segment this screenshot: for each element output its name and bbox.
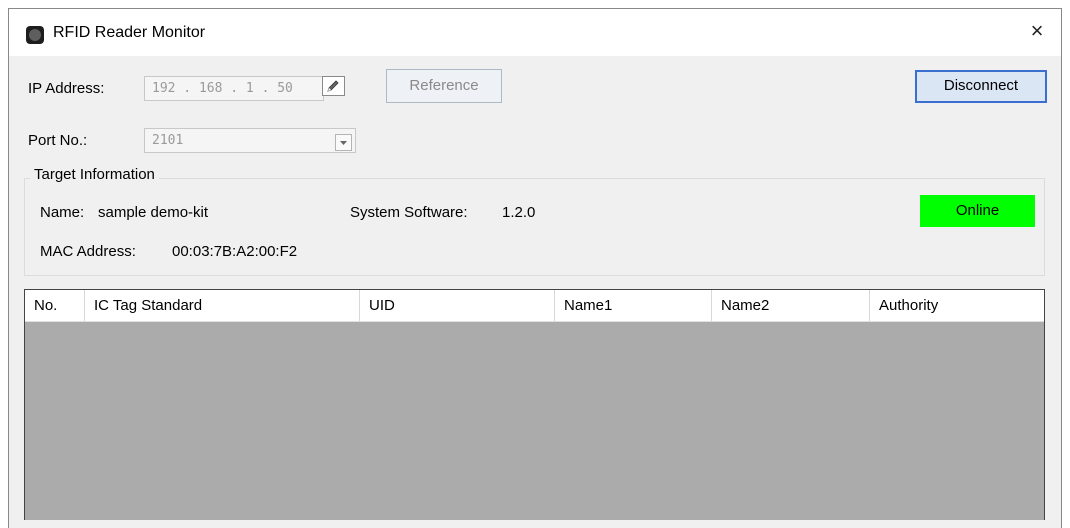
port-select[interactable]: 2101 (144, 128, 356, 153)
mac-address-label: MAC Address: (40, 243, 136, 260)
name-label: Name: (40, 204, 85, 221)
column-header-authority[interactable]: Authority (870, 290, 1044, 321)
close-icon[interactable]: × (1025, 19, 1049, 43)
ip-address-field[interactable]: 192 . 168 . 1 . 50 (144, 76, 324, 101)
column-header-ic-tag-standard[interactable]: IC Tag Standard (85, 290, 360, 321)
port-label: Port No.: (28, 132, 88, 149)
column-header-uid[interactable]: UID (360, 290, 555, 321)
column-header-name1[interactable]: Name1 (555, 290, 712, 321)
status-badge: Online (920, 195, 1035, 227)
disconnect-button[interactable]: Disconnect (915, 70, 1047, 103)
table-header: No. IC Tag Standard UID Name1 Name2 Auth… (25, 290, 1044, 322)
column-header-name2[interactable]: Name2 (712, 290, 870, 321)
system-software-value: 1.2.0 (502, 204, 536, 221)
reference-button[interactable]: Reference (386, 69, 502, 103)
tag-table[interactable]: No. IC Tag Standard UID Name1 Name2 Auth… (24, 289, 1045, 520)
chevron-down-icon[interactable] (335, 134, 352, 151)
system-software-label: System Software: (350, 204, 468, 221)
pencil-icon[interactable] (322, 76, 345, 96)
port-value: 2101 (152, 133, 184, 148)
app-icon (26, 26, 44, 44)
column-header-no[interactable]: No. (25, 290, 85, 321)
target-information-group (24, 178, 1045, 276)
name-value: sample demo-kit (98, 204, 209, 221)
title-bar: RFID Reader Monitor × (9, 9, 1061, 56)
target-information-title: Target Information (30, 166, 159, 183)
mac-address-value: 00:03:7B:A2:00:F2 (172, 243, 298, 260)
ip-address-label: IP Address: (28, 80, 105, 97)
ip-address-value: 192 . 168 . 1 . 50 (152, 81, 293, 96)
window-title: RFID Reader Monitor (53, 24, 206, 41)
